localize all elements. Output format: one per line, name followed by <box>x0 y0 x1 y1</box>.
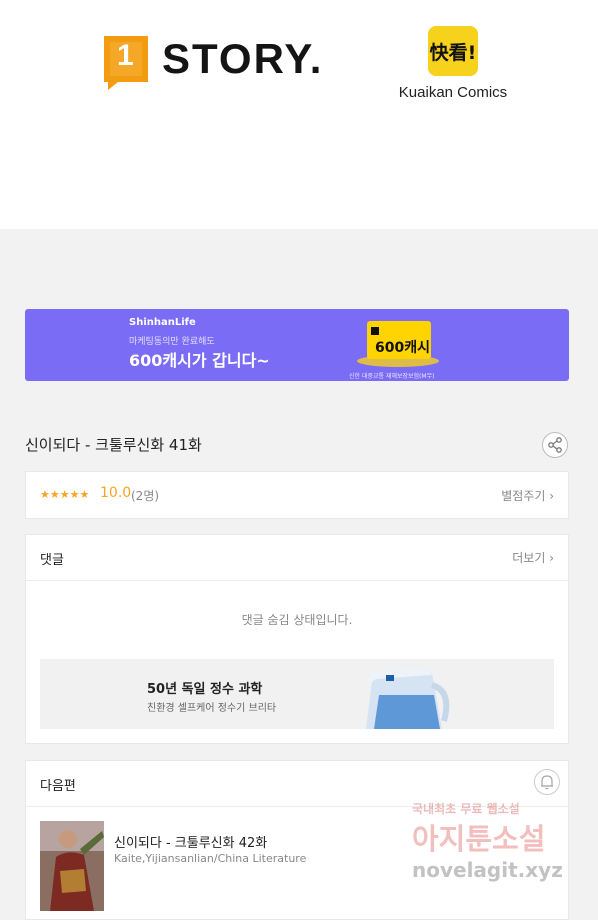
share-button[interactable] <box>542 432 568 458</box>
next-header: 다음편 <box>26 761 568 807</box>
ad-banner-shinhan[interactable]: ShinhanLife 마케팅동의만 완료해도 600캐시가 갑니다~ 600캐… <box>25 309 569 381</box>
ad-brita[interactable]: 50년 독일 정수 과학 친환경 셀프케어 정수기 브리타 <box>40 659 554 729</box>
banner-note: 신한 대중교통 재해보장보험(M무) <box>349 373 435 380</box>
episode-cover-image <box>40 821 104 911</box>
rating-count: (2명) <box>131 489 160 503</box>
water-pitcher-image <box>366 669 450 729</box>
ad-title: 50년 독일 정수 과학 <box>147 682 263 697</box>
comments-hidden-message: 댓글 숨김 상태입니다. <box>241 613 353 627</box>
next-episode-card: 다음편 신이되다 - 크툴루신화 42화 Kaite,Yijiansanlian… <box>25 760 569 920</box>
rating-card: ★★★★★ 10.0 (2명) 별점주기 › <box>25 471 569 519</box>
banner-cash-amount: 600캐시 <box>375 340 430 356</box>
share-icon <box>548 437 562 453</box>
ad-subtitle: 친환경 셀프케어 정수기 브리타 <box>147 703 277 714</box>
kuaikan-name: Kuaikan Comics <box>398 84 508 101</box>
banner-cash-card: 600캐시 <box>357 317 439 367</box>
comments-card: 댓글 더보기 › 댓글 숨김 상태입니다. 50년 독일 정수 과학 친환경 셀… <box>25 534 569 744</box>
onestory-logo-mark: 1 <box>104 34 148 90</box>
onestory-logo[interactable]: 1 STORY. <box>104 34 324 90</box>
comments-title: 댓글 <box>40 553 64 568</box>
header-logos: 1 STORY. 快看! Kuaikan Comics <box>0 0 598 229</box>
comments-header: 댓글 더보기 › <box>26 535 568 581</box>
onestory-wordmark: STORY. <box>162 35 324 82</box>
next-episode-thumbnail[interactable] <box>40 821 104 911</box>
banner-headline: 600캐시가 갑니다~ <box>129 351 270 370</box>
notify-button[interactable] <box>534 769 560 795</box>
next-episode-authors: Kaite,Yijiansanlian/China Literature <box>114 852 307 865</box>
kuaikan-logo[interactable]: 快看! Kuaikan Comics <box>397 26 509 101</box>
rate-button[interactable]: 별점주기 › <box>501 487 554 504</box>
bell-icon <box>541 775 553 790</box>
next-title: 다음편 <box>40 779 76 794</box>
rating-stars: ★★★★★ <box>40 488 90 501</box>
banner-subtitle: 마케팅동의만 완료해도 <box>129 337 215 347</box>
banner-brand: ShinhanLife <box>129 317 196 328</box>
rating-score: 10.0 <box>100 485 132 501</box>
next-episode-title[interactable]: 신이되다 - 크툴루신화 42화 <box>114 832 267 851</box>
episode-title: 신이되다 - 크툴루신화 41화 <box>25 436 202 454</box>
comments-more-link[interactable]: 더보기 › <box>512 549 554 566</box>
onestory-mark-text: 1 <box>117 39 134 72</box>
kuaikan-badge: 快看! <box>428 26 478 76</box>
